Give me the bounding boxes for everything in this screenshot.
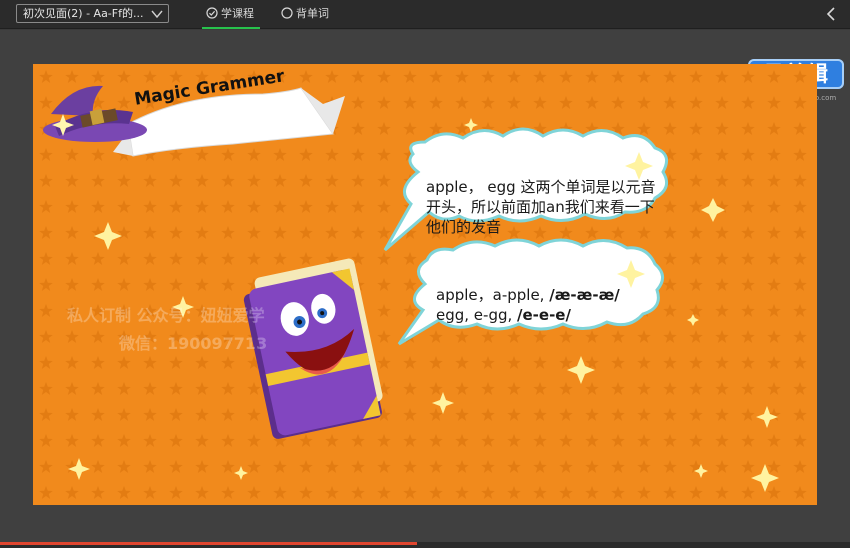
lesson-select[interactable]: 初次见面(2) - Aa-Ff的...	[16, 4, 169, 23]
tab-vocab[interactable]: 背单词	[281, 0, 329, 29]
check-circle-icon	[206, 7, 218, 19]
bubble-2-text: apple，a-pple, /æ-æ-æ/ egg, e-gg, /e-e-e/	[436, 285, 656, 325]
tab-course-label: 学课程	[221, 7, 254, 20]
lesson-slide[interactable]: Magic Grammer apple， egg 这两个单词是以元音开头，所以前…	[33, 64, 817, 505]
watermark-text-2: 微信：190097713	[119, 334, 268, 353]
active-tab-indicator	[202, 27, 260, 29]
chevron-down-icon	[151, 10, 163, 19]
bubble-1-text: apple， egg 这两个单词是以元音开头，所以前面加an我们来看一下他们的发…	[426, 178, 656, 236]
bubble-2-line-1: apple，a-pple, /æ-æ-æ/	[436, 286, 620, 304]
tab-vocab-label: 背单词	[296, 7, 329, 20]
lesson-select-value: 初次见面(2) - Aa-Ff的...	[23, 7, 144, 20]
bubble-2-line-2: egg, e-gg, /e-e-e/	[436, 306, 571, 324]
radio-circle-icon	[281, 7, 293, 19]
watermark-text-1: 私人订制 公众号：妞妞爱学	[67, 306, 265, 325]
tab-course[interactable]: 学课程	[202, 0, 260, 29]
chevron-left-icon[interactable]	[824, 6, 838, 22]
top-toolbar: 初次见面(2) - Aa-Ff的... 学课程 背单词	[0, 0, 850, 29]
playback-bar[interactable]	[0, 542, 850, 548]
playback-progress	[0, 542, 417, 545]
slide-artwork	[33, 64, 817, 505]
